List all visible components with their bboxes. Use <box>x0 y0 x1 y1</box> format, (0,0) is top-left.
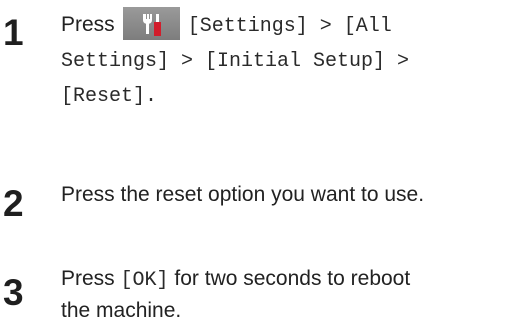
menu-path-line3: [Reset]. <box>61 85 158 108</box>
step-text: Press [Settings] > [All Settings] > [Ini… <box>61 6 515 114</box>
step-3: 3 Press [OK] for two seconds to reboot t… <box>0 264 519 327</box>
step-line: Press [Settings] > [All <box>61 6 515 44</box>
step-text: Press the reset option you want to use. <box>61 183 425 206</box>
press-word: Press <box>61 267 115 290</box>
step-number: 2 <box>3 183 24 224</box>
settings-tools-icon <box>122 6 180 40</box>
ok-button-label: [OK] <box>120 269 169 292</box>
step-1: 1 Press [Settings] > [All Settings] > [I… <box>0 6 519 127</box>
step-line: the machine. <box>61 299 182 322</box>
menu-path-line1: [Settings] > [All <box>187 15 392 38</box>
step-text: Press [OK] for two seconds to reboot the… <box>61 264 515 326</box>
step-2: 2 Press the reset option you want to use… <box>0 177 519 227</box>
press-word: Press <box>61 13 115 36</box>
menu-path-line2: Settings] > [Initial Setup] > <box>61 50 410 73</box>
step-text-rest: for two seconds to reboot <box>174 267 411 290</box>
step-number: 1 <box>3 12 24 53</box>
step-number: 3 <box>3 272 24 313</box>
step-line: Press [OK] for two seconds to reboot <box>61 264 515 296</box>
